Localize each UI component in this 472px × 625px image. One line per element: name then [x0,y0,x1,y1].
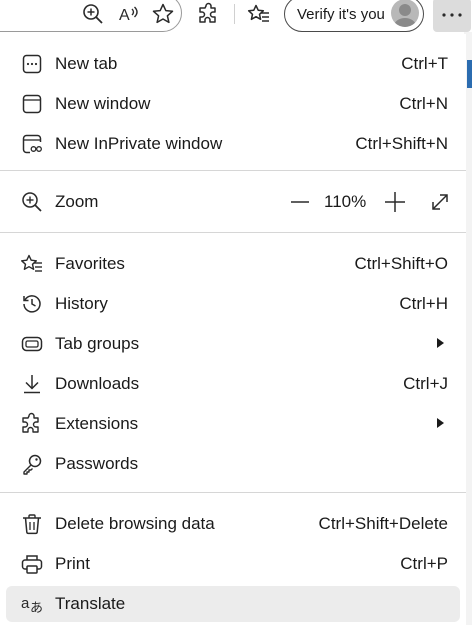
menu-item-translate[interactable]: aあ Translate [6,586,460,622]
zoom-label: Zoom [55,192,99,211]
menu-item-shortcut: Ctrl+Shift+Delete [318,514,448,533]
menu-item-label: Extensions [55,414,139,433]
menu-item-zoom: Zoom 110% [6,184,460,220]
menu-item-new-tab[interactable]: New tab Ctrl+T [6,46,460,82]
submenu-arrow-icon [437,338,444,348]
menu-item-shortcut: Ctrl+T [401,54,448,73]
svg-text:a: a [21,595,30,612]
history-icon [20,292,44,316]
menu-item-new-inprivate-window[interactable]: New InPrivate window Ctrl+Shift+N [6,126,460,162]
svg-text:あ: あ [30,601,43,616]
menu-item-favorites[interactable]: Favorites Ctrl+Shift+O [6,246,460,282]
profile-label: Verify it's you [297,5,385,23]
menu-item-label: New InPrivate window [55,134,223,153]
more-options-button[interactable] [433,0,471,32]
menu-item-label: History [55,294,108,313]
menu-item-shortcut: Ctrl+P [400,554,448,573]
menu-item-print[interactable]: Print Ctrl+P [6,546,460,582]
key-icon [20,452,44,476]
menu-item-label: Tab groups [55,334,140,353]
menu-item-label: Favorites [55,254,125,273]
menu-item-label: New window [55,94,151,113]
menu-item-label: Downloads [55,374,140,393]
menu-item-new-window[interactable]: New window Ctrl+N [6,86,460,122]
menu-item-shortcut: Ctrl+J [403,374,448,393]
menu-item-tab-groups[interactable]: Tab groups [6,326,460,362]
menu-item-label: Delete browsing data [55,514,215,533]
printer-icon [20,552,44,576]
avatar [391,0,419,27]
zoom-in-button[interactable] [378,190,412,214]
more-options-icon [442,13,462,17]
zoom-out-button[interactable] [283,190,317,214]
menu-item-shortcut: Ctrl+Shift+O [354,254,448,273]
menu-separator [0,492,466,493]
fullscreen-icon [432,194,448,210]
menu-separator [0,170,466,171]
menu-item-label: Passwords [55,454,139,473]
extensions-icon[interactable] [194,0,224,28]
menu-item-shortcut: Ctrl+N [399,94,448,113]
svg-text:A: A [119,7,130,24]
profile-button[interactable]: Verify it's you [284,0,424,32]
menu-item-shortcut: Ctrl+Shift+N [355,134,448,153]
menu-item-history[interactable]: History Ctrl+H [6,286,460,322]
menu-item-delete-browsing-data[interactable]: Delete browsing data Ctrl+Shift+Delete [6,506,460,542]
translate-icon: aあ [20,592,44,616]
favorites-icon [20,252,44,276]
menu-item-shortcut: Ctrl+H [399,294,448,313]
settings-menu: New tab Ctrl+T New window Ctrl+N New InP… [0,34,466,625]
tab-groups-icon [20,332,44,356]
minus-icon [291,201,309,203]
menu-item-extensions[interactable]: Extensions [6,406,460,442]
inprivate-icon [20,132,44,156]
zoom-level: 110% [324,192,367,211]
menu-item-label: Print [55,554,90,573]
browser-toolbar: A Verify it's you [0,0,472,32]
menu-separator [0,232,466,233]
new-tab-icon [20,52,44,76]
new-window-icon [20,92,44,116]
read-aloud-icon[interactable]: A [114,0,144,28]
favorite-star-icon[interactable] [148,0,178,28]
fullscreen-button[interactable] [426,190,454,214]
favorites-icon[interactable] [244,0,274,28]
menu-item-downloads[interactable]: Downloads Ctrl+J [6,366,460,402]
extensions-icon [20,412,44,436]
trash-icon [20,512,44,536]
downloads-icon [20,372,44,396]
menu-item-label: New tab [55,54,118,73]
plus-icon [385,192,405,212]
toolbar-divider [234,4,235,24]
zoom-icon[interactable] [78,0,108,28]
menu-item-label: Translate [55,594,126,613]
page-accent [467,60,472,88]
menu-item-passwords[interactable]: Passwords [6,446,460,482]
zoom-icon [20,190,44,214]
submenu-arrow-icon [437,418,444,428]
